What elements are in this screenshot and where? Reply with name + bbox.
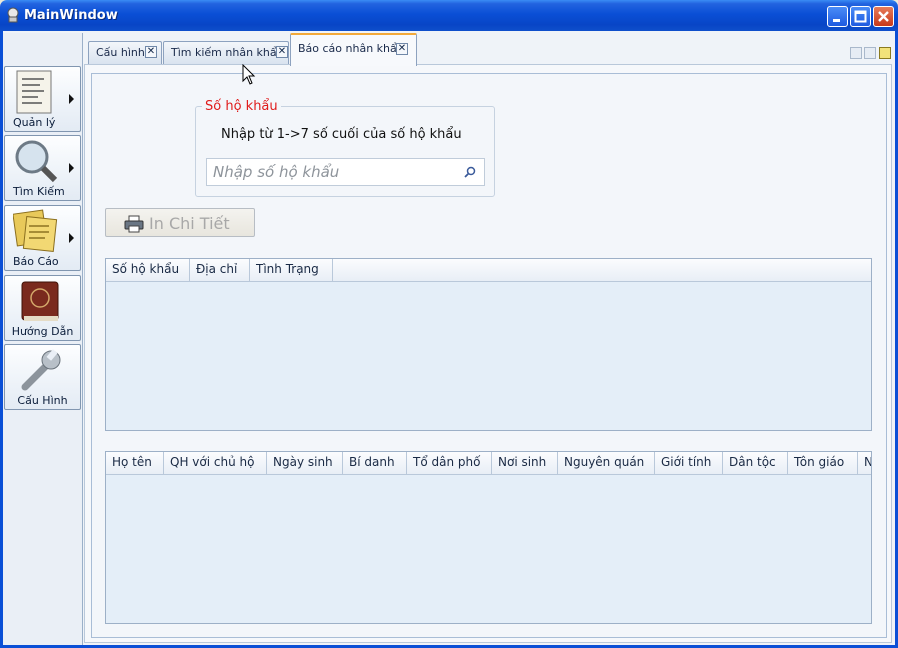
tab-scroll-left-button[interactable] — [850, 47, 862, 59]
sidebar-item-label: Tìm Kiếm — [13, 185, 65, 198]
column-header[interactable]: Bí danh — [343, 452, 407, 474]
close-window-button[interactable] — [873, 6, 894, 27]
tab-list-button[interactable] — [879, 47, 891, 59]
sidebar-item-bao-cao[interactable]: Báo Cáo — [4, 205, 81, 271]
column-header[interactable]: QH với chủ hộ — [164, 452, 267, 474]
book-icon — [21, 281, 59, 321]
household-search-input[interactable]: Nhập số hộ khẩu — [206, 158, 485, 186]
column-header[interactable]: Dân tộc — [723, 452, 788, 474]
chevron-right-icon — [69, 94, 74, 104]
window-title: MainWindow — [24, 8, 118, 23]
column-header[interactable]: N — [858, 452, 871, 474]
sidebar-item-label: Báo Cáo — [13, 255, 59, 268]
household-hint: Nhập từ 1->7 số cuối của số hộ khẩu — [221, 127, 462, 142]
tab-tim-kiem-nhan-khau[interactable]: Tìm kiếm nhân khẩu ✕ — [163, 41, 289, 64]
household-table[interactable]: Số hộ khẩu Địa chỉ Tình Trạng — [105, 258, 872, 431]
column-header[interactable]: Giới tính — [655, 452, 723, 474]
printer-icon — [124, 215, 144, 233]
close-icon — [878, 11, 889, 22]
sidebar-item-quan-ly[interactable]: Quản lý — [4, 66, 81, 132]
search-icon[interactable] — [464, 166, 476, 178]
tab-cau-hinh[interactable]: Cấu hình ✕ — [88, 41, 162, 64]
sidebar-item-cau-hinh[interactable]: Cấu Hình — [4, 344, 81, 410]
close-tab-icon[interactable]: ✕ — [145, 46, 157, 58]
tab-bao-cao-nhan-khau[interactable]: Báo cáo nhân khẩu ✕ — [290, 33, 417, 66]
close-tab-icon[interactable]: ✕ — [396, 43, 408, 55]
group-title: Số hộ khẩu — [202, 99, 281, 114]
title-bar: MainWindow — [0, 0, 898, 31]
column-header[interactable]: Tôn giáo — [788, 452, 858, 474]
notes-icon — [13, 209, 58, 253]
sidebar-item-tim-kiem[interactable]: Tìm Kiếm — [4, 135, 81, 201]
table-header: Họ tên QH với chủ hộ Ngày sinh Bí danh T… — [106, 452, 871, 475]
print-details-label: In Chi Tiết — [149, 214, 230, 233]
tab-label: Cấu hình — [96, 46, 145, 59]
print-details-button[interactable]: In Chi Tiết — [105, 208, 255, 237]
maximize-icon — [854, 10, 867, 23]
search-placeholder: Nhập số hộ khẩu — [213, 163, 340, 181]
tab-label: Tìm kiếm nhân khẩu — [171, 46, 284, 59]
column-header[interactable]: Địa chỉ — [190, 259, 250, 281]
sidebar: Quản lý Tìm Kiếm Báo Cáo Hướng Dẫn Cấu H… — [3, 33, 83, 645]
column-header[interactable]: Nguyên quán — [558, 452, 655, 474]
maximize-button[interactable] — [850, 6, 871, 27]
chevron-right-icon — [69, 163, 74, 173]
column-header[interactable]: Ngày sinh — [267, 452, 343, 474]
tab-label: Báo cáo nhân khẩu — [298, 42, 404, 55]
minimize-icon — [833, 19, 840, 22]
column-header[interactable]: Tổ dân phố — [407, 452, 492, 474]
mouse-cursor-icon — [242, 64, 256, 85]
close-tab-icon[interactable]: ✕ — [276, 46, 288, 58]
sidebar-item-huong-dan[interactable]: Hướng Dẫn — [4, 275, 81, 341]
wrench-icon — [21, 349, 61, 391]
table-header: Số hộ khẩu Địa chỉ Tình Trạng — [106, 259, 871, 282]
chevron-right-icon — [69, 233, 74, 243]
app-icon — [7, 7, 19, 23]
tab-scroll-right-button[interactable] — [864, 47, 876, 59]
column-header[interactable]: Số hộ khẩu — [106, 259, 190, 281]
sidebar-item-label: Hướng Dẫn — [11, 325, 74, 338]
column-header[interactable]: Tình Trạng — [250, 259, 333, 281]
sidebar-item-label: Cấu Hình — [17, 394, 68, 407]
members-table[interactable]: Họ tên QH với chủ hộ Ngày sinh Bí danh T… — [105, 451, 872, 624]
sidebar-item-label: Quản lý — [13, 116, 56, 129]
minimize-button[interactable] — [827, 6, 848, 27]
column-header[interactable]: Họ tên — [106, 452, 164, 474]
magnifier-icon — [15, 140, 58, 183]
column-header[interactable]: Nơi sinh — [492, 452, 558, 474]
document-icon — [16, 70, 52, 114]
